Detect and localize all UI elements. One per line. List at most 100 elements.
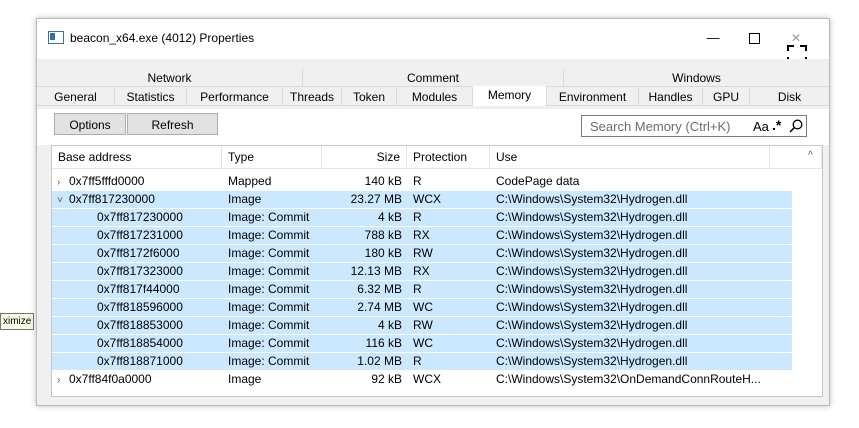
tab-gpu[interactable]: GPU	[703, 88, 750, 106]
options-button[interactable]: Options	[54, 113, 126, 135]
cell-use: CodePage data	[496, 174, 580, 188]
case-sensitive-toggle[interactable]: Aa	[753, 119, 769, 134]
cell-protection: WC	[413, 336, 433, 350]
cell-protection: R	[413, 282, 422, 296]
cell-use: C:\Windows\System32\Hydrogen.dll	[496, 192, 688, 206]
cell-protection: RX	[413, 264, 430, 278]
cell-use: C:\Windows\System32\Hydrogen.dll	[496, 282, 688, 296]
tab-modules[interactable]: Modules	[397, 88, 473, 106]
cell-use: C:\Windows\System32\Hydrogen.dll	[496, 264, 688, 278]
cell-type: Image: Commit	[228, 300, 310, 314]
cell-base-address: › 0x7ff5fffd0000	[57, 173, 222, 191]
maximize-icon	[748, 33, 760, 45]
minimize-button[interactable]: —	[698, 27, 728, 49]
base-address-text: 0x7ff5fffd0000	[69, 174, 145, 188]
cell-size: 23.27 MB	[350, 192, 402, 206]
maximize-button[interactable]	[739, 27, 769, 49]
chevron-down-icon[interactable]: ˅	[57, 192, 69, 209]
cell-protection: WCX	[413, 372, 441, 386]
properties-window: beacon_x64.exe (4012) Properties — ✕ Net…	[36, 18, 830, 406]
column-size[interactable]: Size	[322, 146, 407, 168]
cell-use: C:\Windows\System32\Hydrogen.dll	[496, 210, 688, 224]
cell-protection: WC	[413, 300, 433, 314]
cell-size: 6.32 MB	[357, 282, 402, 296]
tab-performance[interactable]: Performance	[187, 88, 283, 106]
column-header-row: Base address Type Size Protection Use ^	[52, 146, 822, 169]
table-row[interactable]: 0x7ff818853000 Image: Commit 4 kB RW C:\Wind…	[52, 317, 792, 334]
cell-protection: R	[413, 210, 422, 224]
table-row[interactable]: ˅ 0x7ff817230000 Image 23.27 MB WCX C:\Window…	[52, 191, 792, 208]
table-row[interactable]: › 0x7ff5fffd0000 Mapped 140 kB R CodePage dat…	[52, 173, 792, 190]
scroll-up-icon[interactable]: ^	[808, 150, 813, 161]
column-protection[interactable]: Protection	[407, 146, 490, 168]
table-row[interactable]: 0x7ff818854000 Image: Commit 116 kB WC C:\Wi…	[52, 335, 792, 352]
cell-type: Image: Commit	[228, 264, 310, 278]
cell-size: 1.02 MB	[357, 354, 402, 368]
tab-threads[interactable]: Threads	[283, 88, 342, 106]
base-address-text: 0x7ff817323000	[97, 264, 183, 278]
cell-size: 2.74 MB	[357, 300, 402, 314]
cell-size: 4 kB	[377, 210, 402, 224]
tab-strip: Network Comment Windows General Statisti…	[37, 59, 829, 110]
tab-statistics[interactable]: Statistics	[115, 88, 187, 106]
cell-size: 180 kB	[364, 246, 402, 260]
title-bar[interactable]: beacon_x64.exe (4012) Properties — ✕	[37, 19, 829, 63]
cell-protection: R	[413, 174, 422, 188]
cell-protection: WCX	[413, 192, 441, 206]
cell-use: C:\Windows\System32\Hydrogen.dll	[496, 246, 688, 260]
column-use[interactable]: Use	[490, 146, 770, 168]
cell-size: 140 kB	[364, 174, 402, 188]
maximize-tooltip: ximize	[0, 313, 35, 330]
table-row[interactable]: 0x7ff817f44000 Image: Commit 6.32 MB R C:\Wi…	[52, 281, 792, 298]
cell-type: Image: Commit	[228, 354, 310, 368]
chevron-right-icon[interactable]: ›	[57, 174, 69, 191]
chevron-right-icon[interactable]: ›	[57, 372, 69, 389]
tab-comment[interactable]: Comment	[303, 69, 564, 87]
tab-windows[interactable]: Windows	[564, 69, 829, 87]
cell-base-address: ˅ 0x7ff817230000	[57, 191, 222, 209]
tab-disk[interactable]: Disk	[750, 88, 829, 106]
cell-size: 116 kB	[365, 336, 402, 350]
tab-token[interactable]: Token	[342, 88, 397, 106]
column-filler	[770, 146, 822, 168]
tab-general[interactable]: General	[37, 88, 115, 106]
cell-protection: RW	[413, 246, 433, 260]
cell-type: Image: Commit	[228, 282, 310, 296]
table-row[interactable]: 0x7ff817230000 Image: Commit 4 kB R C:\Windo…	[52, 209, 792, 226]
memory-list[interactable]: Base address Type Size Protection Use ^ …	[51, 145, 823, 397]
base-address-text: 0x7ff818854000	[97, 336, 183, 350]
cell-size: 788 kB	[364, 228, 402, 242]
table-row[interactable]: 0x7ff818596000 Image: Commit 2.74 MB WC C:\W…	[52, 299, 792, 316]
cell-use: C:\Windows\System32\Hydrogen.dll	[496, 228, 688, 242]
window-title: beacon_x64.exe (4012) Properties	[70, 31, 255, 45]
cell-use: C:\Windows\System32\Hydrogen.dll	[496, 354, 688, 368]
memory-toolbar: Options Refresh Search Memory (Ctrl+K) A…	[37, 109, 829, 145]
base-address-text: 0x7ff817230000	[97, 210, 183, 224]
table-row[interactable]: 0x7ff817231000 Image: Commit 788 kB RX C:\Wi…	[52, 227, 792, 244]
cell-size: 92 kB	[371, 372, 402, 386]
regex-toggle[interactable]: .*	[772, 117, 781, 133]
column-type[interactable]: Type	[222, 146, 322, 168]
cell-type: Image: Commit	[228, 336, 310, 350]
search-memory-input[interactable]: Search Memory (Ctrl+K) Aa .*	[581, 115, 807, 137]
tab-environment[interactable]: Environment	[547, 88, 639, 106]
cell-protection: RW	[413, 318, 433, 332]
tab-handles[interactable]: Handles	[639, 88, 703, 106]
table-row[interactable]: 0x7ff817323000 Image: Commit 12.13 MB RX C:\…	[52, 263, 792, 280]
search-icon[interactable]	[789, 119, 803, 133]
tab-network[interactable]: Network	[37, 69, 303, 87]
cell-type: Image: Commit	[228, 210, 310, 224]
table-row[interactable]: 0x7ff8172f6000 Image: Commit 180 kB RW C:\Wi…	[52, 245, 792, 262]
base-address-text: 0x7ff817231000	[97, 228, 183, 242]
refresh-button[interactable]: Refresh	[127, 113, 218, 135]
table-row[interactable]: 0x7ff818871000 Image: Commit 1.02 MB R C:\Wi…	[52, 353, 792, 370]
table-row[interactable]: › 0x7ff84f0a0000 Image 92 kB WCX C:\Windows\S…	[52, 371, 792, 388]
column-base-address[interactable]: Base address	[52, 146, 222, 168]
tab-memory[interactable]: Memory	[473, 86, 547, 106]
cell-type: Mapped	[228, 174, 272, 188]
cell-size: 4 kB	[377, 318, 402, 332]
cell-base-address: › 0x7ff84f0a0000	[57, 371, 222, 389]
cell-type: Image: Commit	[228, 246, 310, 260]
base-address-text: 0x7ff818871000	[97, 354, 183, 368]
cell-size: 12.13 MB	[350, 264, 402, 278]
